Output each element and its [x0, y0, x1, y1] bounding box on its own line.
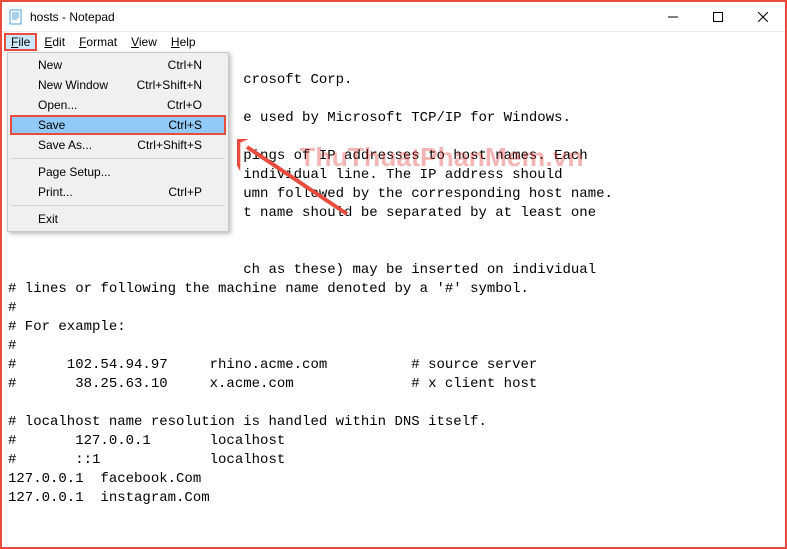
window-title: hosts - Notepad: [30, 10, 650, 24]
file-dropdown: New Ctrl+N New Window Ctrl+Shift+N Open.…: [7, 52, 229, 232]
menu-save-label: Save: [38, 118, 65, 132]
menu-file[interactable]: File: [4, 33, 37, 51]
menu-newwin-accel: Ctrl+Shift+N: [137, 78, 202, 92]
menu-separator: [11, 158, 225, 159]
menu-print[interactable]: Print... Ctrl+P: [10, 182, 226, 202]
maximize-button[interactable]: [695, 2, 740, 31]
menu-pagesetup-label: Page Setup...: [38, 165, 111, 179]
menu-open-label: Open...: [38, 98, 77, 112]
menu-saveas-label: Save As...: [38, 138, 92, 152]
menu-exit-label: Exit: [38, 212, 58, 226]
menu-save-accel: Ctrl+S: [168, 118, 202, 132]
titlebar: hosts - Notepad: [2, 2, 785, 32]
menu-open-accel: Ctrl+O: [167, 98, 202, 112]
close-button[interactable]: [740, 2, 785, 31]
menu-newwin-label: New Window: [38, 78, 108, 92]
menu-new-accel: Ctrl+N: [168, 58, 202, 72]
menu-save-as[interactable]: Save As... Ctrl+Shift+S: [10, 135, 226, 155]
menu-save[interactable]: Save Ctrl+S: [10, 115, 226, 135]
minimize-button[interactable]: [650, 2, 695, 31]
menu-print-label: Print...: [38, 185, 73, 199]
menu-open[interactable]: Open... Ctrl+O: [10, 95, 226, 115]
menu-format[interactable]: Format: [72, 33, 124, 51]
menu-new-window[interactable]: New Window Ctrl+Shift+N: [10, 75, 226, 95]
window-controls: [650, 2, 785, 31]
notepad-icon: [8, 9, 24, 25]
menu-edit[interactable]: Edit: [37, 33, 72, 51]
menu-help[interactable]: Help: [164, 33, 203, 51]
menu-saveas-accel: Ctrl+Shift+S: [137, 138, 202, 152]
menu-new[interactable]: New Ctrl+N: [10, 55, 226, 75]
menu-separator: [11, 205, 225, 206]
menu-exit[interactable]: Exit: [10, 209, 226, 229]
menu-page-setup[interactable]: Page Setup...: [10, 162, 226, 182]
menu-print-accel: Ctrl+P: [168, 185, 202, 199]
menubar: File Edit Format View Help: [2, 32, 785, 52]
menu-new-label: New: [38, 58, 62, 72]
menu-view[interactable]: View: [124, 33, 164, 51]
